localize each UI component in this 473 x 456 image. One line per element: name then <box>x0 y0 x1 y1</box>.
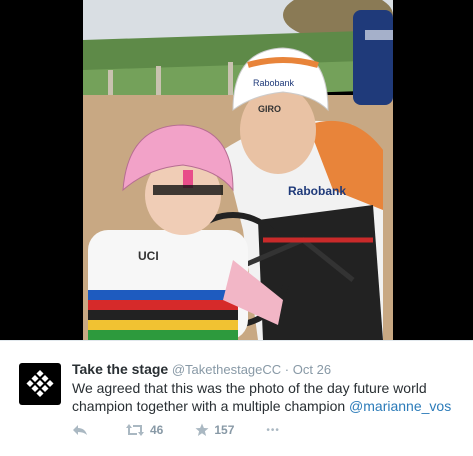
jersey-text: Rabobank <box>288 184 346 198</box>
mention-link[interactable]: @marianne_vos <box>349 398 451 414</box>
tweet-actions: 46 157 ••• <box>72 421 312 439</box>
display-name[interactable]: Take the stage <box>72 361 168 377</box>
separator: · <box>284 362 290 377</box>
tweet-text: We agreed that this was the photo of the… <box>72 379 462 415</box>
retweet-button[interactable]: 46 <box>125 423 163 437</box>
more-button[interactable]: ••• <box>266 425 280 436</box>
helmet-giro-text: GIRO <box>258 104 281 114</box>
user-handle[interactable]: @TakethestageCC <box>172 362 281 377</box>
tweet-date[interactable]: Oct 26 <box>293 362 331 377</box>
tweet-card: Take the stage @TakethestageCC · Oct 26 … <box>0 340 473 456</box>
child-jersey-text: UCI <box>138 249 159 263</box>
reply-button[interactable] <box>72 424 93 436</box>
helmet-brand-text: Rabobank <box>253 78 295 88</box>
retweet-count: 46 <box>150 423 164 437</box>
diamond-logo-icon <box>26 369 54 398</box>
tweet-photo[interactable]: Rabobank GIRO Rabobank UCI <box>83 0 393 340</box>
reply-icon <box>72 424 88 436</box>
retweet-icon <box>125 423 145 437</box>
more-icon: ••• <box>266 424 280 436</box>
photo-illustration: Rabobank GIRO Rabobank UCI <box>83 0 393 340</box>
favorite-button[interactable]: 157 <box>195 423 234 437</box>
account-avatar[interactable] <box>19 363 61 405</box>
favorite-count: 157 <box>214 423 235 437</box>
photo-frame: Rabobank GIRO Rabobank UCI <box>0 0 473 340</box>
star-icon <box>195 423 209 437</box>
tweet-header: Take the stage @TakethestageCC · Oct 26 <box>72 361 463 377</box>
